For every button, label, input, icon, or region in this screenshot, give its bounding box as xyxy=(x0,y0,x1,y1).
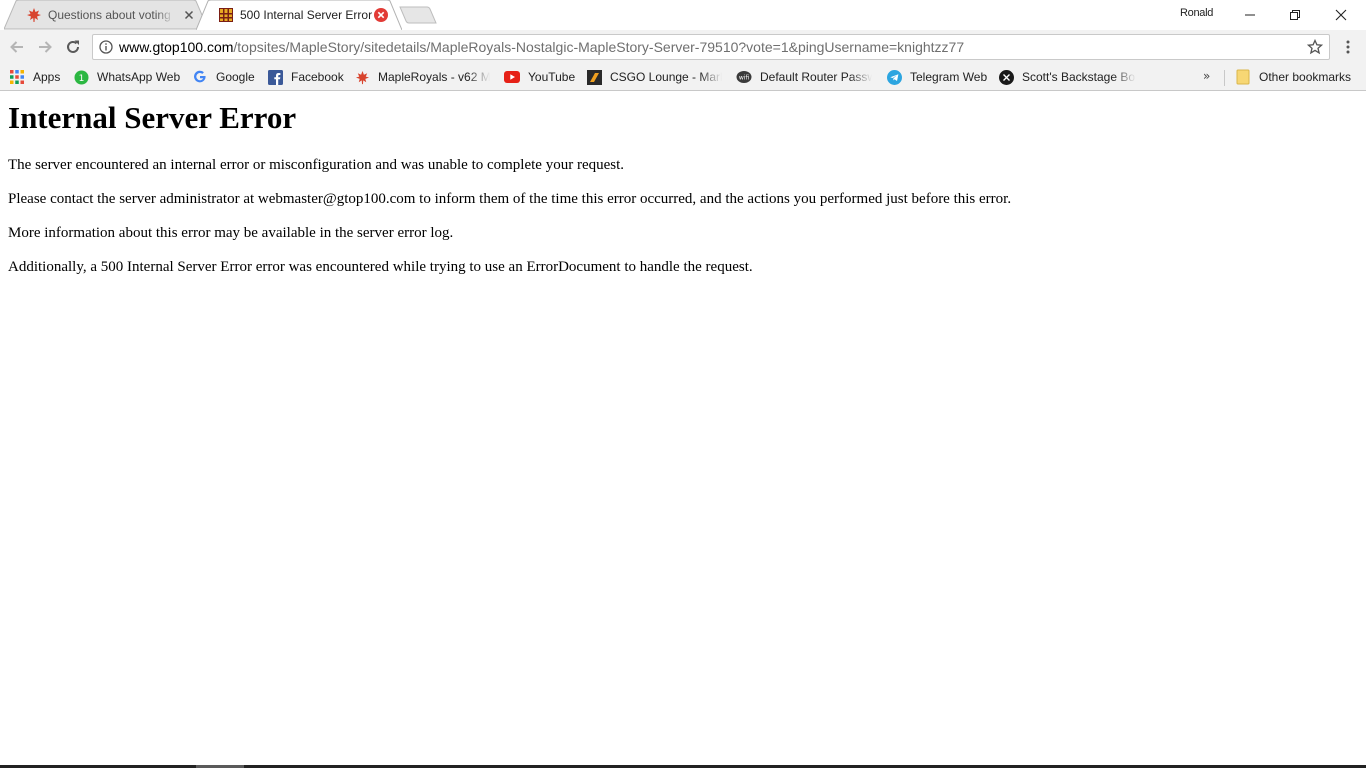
info-icon[interactable] xyxy=(99,40,113,54)
bookmarks-overflow-chevron[interactable]: » xyxy=(1203,69,1210,83)
page-content: Internal Server Error The server encount… xyxy=(0,92,1366,766)
bookmark-label: YouTube xyxy=(528,70,576,84)
bookmark-telegram-web[interactable]: Telegram Web xyxy=(886,68,987,86)
tab-close-icon[interactable] xyxy=(374,8,388,22)
bookmark-star-icon[interactable] xyxy=(1307,39,1323,55)
youtube-icon xyxy=(504,69,520,85)
tab-internal-server-error[interactable]: 500 Internal Server Error xyxy=(196,0,402,31)
restore-icon xyxy=(1290,10,1300,20)
google-icon xyxy=(192,69,208,85)
bookmark-label: Facebook xyxy=(291,70,344,84)
back-arrow-icon xyxy=(10,41,23,53)
restore-button[interactable] xyxy=(1272,0,1318,30)
error-paragraph: Please contact the server administrator … xyxy=(8,191,1012,207)
back-button[interactable] xyxy=(6,36,28,58)
gtop100-icon xyxy=(219,8,233,22)
page-title: Internal Server Error xyxy=(8,100,297,135)
bookmark-facebook[interactable]: Facebook xyxy=(267,68,344,86)
minimize-icon xyxy=(1245,14,1255,16)
maple-leaf-icon xyxy=(27,8,41,22)
bookmarks-bar: Apps 1 WhatsApp Web Google Facebook Mapl… xyxy=(0,64,1366,91)
bookmarks-divider xyxy=(1224,70,1225,86)
new-tab-button[interactable] xyxy=(399,6,437,24)
apps-grid-icon xyxy=(9,69,25,85)
forward-button[interactable] xyxy=(34,36,56,58)
facebook-icon xyxy=(267,69,283,85)
bookmark-label: Google xyxy=(216,70,255,84)
bookmark-scotts-backstage[interactable]: Scott's Backstage Bor xyxy=(998,68,1136,86)
close-window-button[interactable] xyxy=(1318,0,1364,30)
bookmark-csgo-lounge[interactable]: CSGO Lounge - Mark xyxy=(586,68,722,86)
close-icon xyxy=(1335,9,1347,21)
whatsapp-icon: 1 xyxy=(73,69,89,85)
url-text[interactable]: www.gtop100.com/topsites/MapleStory/site… xyxy=(119,39,964,55)
profile-name[interactable]: Ronald xyxy=(1180,7,1213,19)
csgo-lounge-icon xyxy=(586,69,602,85)
bookmark-whatsapp-web[interactable]: 1 WhatsApp Web xyxy=(73,68,180,86)
tab-close-icon[interactable] xyxy=(182,8,196,22)
url-path: /topsites/MapleStory/sitedetails/MapleRo… xyxy=(233,39,965,55)
bookmark-label: Scott's Backstage Bor xyxy=(1022,70,1136,84)
bookmark-default-router-passwords[interactable]: wifi Default Router Passw xyxy=(736,68,872,86)
bookmark-google[interactable]: Google xyxy=(192,68,255,86)
tab-title: Questions about voting on xyxy=(48,8,174,22)
bookmark-youtube[interactable]: YouTube xyxy=(504,68,575,86)
browser-toolbar: www.gtop100.com/topsites/MapleStory/site… xyxy=(0,30,1366,64)
telegram-icon xyxy=(886,69,902,85)
bookmark-label: WhatsApp Web xyxy=(97,70,181,84)
error-paragraph: Additionally, a 500 Internal Server Erro… xyxy=(8,259,753,275)
svg-text:wifi: wifi xyxy=(739,74,750,81)
scotts-icon xyxy=(998,69,1014,85)
bookmark-mapleroyals[interactable]: MapleRoyals - v62 M xyxy=(354,68,490,86)
forward-arrow-icon xyxy=(39,41,52,53)
bookmark-label: Apps xyxy=(33,70,61,84)
bookmark-label: Telegram Web xyxy=(910,70,988,84)
tab-questions-about-voting[interactable]: Questions about voting on xyxy=(4,0,208,30)
error-paragraph: The server encountered an internal error… xyxy=(8,157,625,173)
minimize-button[interactable] xyxy=(1227,0,1273,30)
bookmark-other-bookmarks[interactable]: Other bookmarks xyxy=(1235,68,1351,86)
url-host: www.gtop100.com xyxy=(119,39,234,55)
bookmark-label: CSGO Lounge - Mark xyxy=(610,70,722,84)
tab-strip: Questions about voting on 500 Internal S… xyxy=(0,0,1366,31)
bookmark-label: MapleRoyals - v62 M xyxy=(378,70,490,84)
svg-text:1: 1 xyxy=(78,74,84,84)
bookmark-label: Default Router Passw xyxy=(760,70,872,84)
router-icon: wifi xyxy=(736,69,752,85)
maple-leaf-icon xyxy=(354,69,370,85)
bookmark-apps[interactable]: Apps xyxy=(9,68,60,86)
error-paragraph: More information about this error may be… xyxy=(8,225,454,241)
menu-icon[interactable] xyxy=(1340,39,1356,55)
folder-icon xyxy=(1235,69,1251,85)
bookmark-label: Other bookmarks xyxy=(1259,70,1352,84)
reload-button[interactable] xyxy=(62,36,84,58)
tab-title: 500 Internal Server Error xyxy=(240,8,373,22)
reload-icon xyxy=(67,40,79,53)
address-bar[interactable]: www.gtop100.com/topsites/MapleStory/site… xyxy=(92,34,1330,60)
